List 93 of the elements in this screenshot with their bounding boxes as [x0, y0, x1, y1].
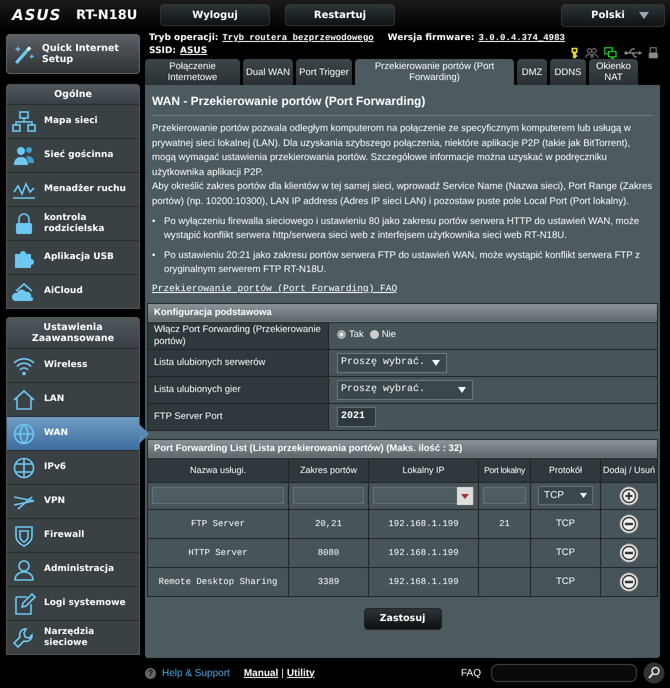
column-header: Dodaj / Usuń [600, 458, 658, 482]
separator-text: | [281, 668, 284, 678]
model-name: RT-N18U [76, 8, 138, 22]
tab[interactable]: Okienko NAT [589, 59, 638, 85]
mode-link[interactable]: Tryb routera bezprzewodowego [222, 32, 374, 45]
select-dropdown[interactable]: Proszę wybrać. [337, 380, 474, 400]
logo: ASUS [12, 6, 62, 24]
table-cell: TCP [530, 538, 600, 568]
quick-setup-button[interactable]: Quick Internet Setup [6, 34, 140, 74]
table-cell: 20,21 [288, 509, 368, 538]
tab[interactable]: DDNS [550, 59, 586, 85]
apply-button[interactable]: Zastosuj [364, 608, 442, 630]
port-range-field[interactable] [293, 487, 364, 504]
add-button-icon[interactable] [619, 486, 639, 506]
tab[interactable]: Połączenie Internetowe [145, 59, 240, 85]
tab[interactable]: Dual WAN [243, 59, 293, 85]
printer-icon[interactable] [648, 46, 658, 58]
bullet-mark: • [152, 214, 156, 229]
globe-icon [12, 422, 36, 446]
note-text: Po wyłączeniu firewalla sieciowego i ustawieniu 80 jako zakresu portów serwera HTTP do ustawień WAN, może wystąpić konflikt serwera http/serwera sieci web z interfejsem użytkownika sieci web RT-N18U. [164, 214, 640, 244]
key-icon[interactable] [570, 46, 578, 58]
setting-label: Lista ulubionych serwerów [148, 349, 328, 376]
remove-button-icon[interactable] [619, 514, 639, 534]
person-icon [12, 558, 36, 582]
tab[interactable]: Przekierowanie portów (Port Forwarding) [355, 59, 514, 85]
column-header: Nazwa usługi. [148, 458, 288, 482]
faq-search-field[interactable] [491, 664, 637, 682]
shield-icon [12, 524, 36, 548]
table-cell: 8080 [288, 538, 368, 568]
table-cell: TCP [530, 567, 600, 596]
protocol-dropdown[interactable]: TCP [538, 486, 593, 506]
radio-option[interactable]: Tak [337, 329, 364, 340]
faq-link[interactable]: Przekierowanie portów (Port Forwarding) FAQ [147, 282, 658, 294]
tab[interactable]: DMZ [517, 59, 547, 85]
table-cell: TCP [530, 509, 600, 538]
header-button[interactable]: Restartuj [285, 4, 395, 26]
house-icon [12, 388, 36, 412]
ssid-link[interactable]: ASUS [180, 45, 208, 58]
search-icon[interactable] [643, 662, 665, 684]
computers-icon[interactable] [604, 46, 618, 58]
notepad-icon [12, 592, 36, 616]
column-header: Port lokalny [478, 458, 530, 482]
table-cell: 21 [478, 509, 530, 538]
note-text: Po ustawieniu 20:21 jako zakresu portów serwera FTP do ustawień WAN, może wystąpić konflikt serwera FTP z oryginalnym serwerem FTP RT-N18U. [164, 248, 641, 278]
dropdown-button-icon[interactable] [457, 487, 473, 506]
section-header: Konfiguracja podstawowa [148, 303, 658, 322]
usb-icon[interactable] [624, 46, 642, 58]
description-text: Aby określić zakres portów dla klientów w tej samej sieci, wprowadź Service Name (Nazwa sieci), Port Range (Zakres portów) (np. 10200:10300), LAN IP address (Adres IP sieci LAN) i pozostaw puste pole Local Port (Port lokalny). [151, 180, 654, 209]
section-header: Port Forwarding List (Lista przekierowania portów) (Maks. ilość : 32) [148, 439, 658, 458]
utility-link[interactable]: Utility [286, 668, 315, 678]
setting-label: Włącz Port Forwarding (Przekierowanie portów) [148, 322, 328, 350]
caret-icon [638, 12, 649, 18]
firmware-label: Wersja firmware: [388, 32, 474, 45]
local-ip-field[interactable] [373, 487, 474, 504]
column-header: Lokalny IP [368, 458, 478, 482]
caret-icon [458, 386, 466, 393]
help-icon: ? [145, 668, 156, 678]
firmware-link[interactable]: 3.0.0.4.374_4983 [478, 32, 565, 45]
table-cell: HTTP Server [148, 538, 288, 568]
bullet-mark: • [152, 248, 156, 263]
page-title: WAN - Przekierowanie portów (Port Forwarding) [151, 93, 426, 110]
service-name-field[interactable] [152, 487, 284, 504]
setting-label: FTP Server Port [148, 403, 328, 430]
setting-label: Lista ulubionych gier [148, 376, 328, 404]
table-cell: 192.168.1.199 [368, 509, 478, 538]
language-dropdown[interactable]: Polski [561, 4, 665, 26]
network-map-icon [12, 110, 36, 134]
table-cell: Remote Desktop Sharing [148, 567, 288, 596]
input-field[interactable]: 2021 [337, 406, 376, 427]
help-support-link[interactable]: Help & Support [162, 668, 230, 678]
header-button[interactable]: Wyloguj [160, 4, 270, 26]
tab[interactable]: Port Trigger [296, 59, 352, 85]
people-icon[interactable] [584, 46, 598, 58]
table-cell: 3389 [288, 567, 368, 596]
remove-button-icon[interactable] [619, 542, 639, 563]
select-dropdown[interactable]: Proszę wybrać. [337, 352, 448, 373]
description-text: Przekierowanie portów pozwala odległym komputerom na połączenie ze specyficznym komputerem lub usługą w prywatnej sieci lokalnej (LAN). Dla uzyskania szybszego połączenia, niektóre aplikacje P2P (takie jak BitTorrent), mogą wymagać ustawienia przekierowania portów. Szczegółowe informacje można uzyskać w podręczniku użytkownika aplikacji P2P. [151, 122, 632, 180]
radio-option[interactable]: Nie [370, 329, 396, 340]
wrench-icon [12, 626, 36, 650]
faq-label: FAQ [460, 668, 481, 678]
table-cell: 192.168.1.199 [368, 538, 478, 568]
column-header: Zakres portów [288, 458, 368, 482]
globe-icon [12, 456, 36, 480]
ssid-label: SSID: [149, 45, 176, 58]
table-cell: 192.168.1.199 [368, 567, 478, 596]
table-cell: FTP Server [148, 509, 288, 538]
mode-label: Tryb operacji: [149, 32, 218, 45]
manual-link[interactable]: Manual [244, 668, 278, 678]
column-header: Protokół [530, 458, 600, 482]
caret-icon [580, 493, 587, 498]
remove-button-icon[interactable] [619, 572, 639, 592]
local-port-field[interactable] [483, 487, 526, 504]
caret-icon [432, 360, 440, 366]
